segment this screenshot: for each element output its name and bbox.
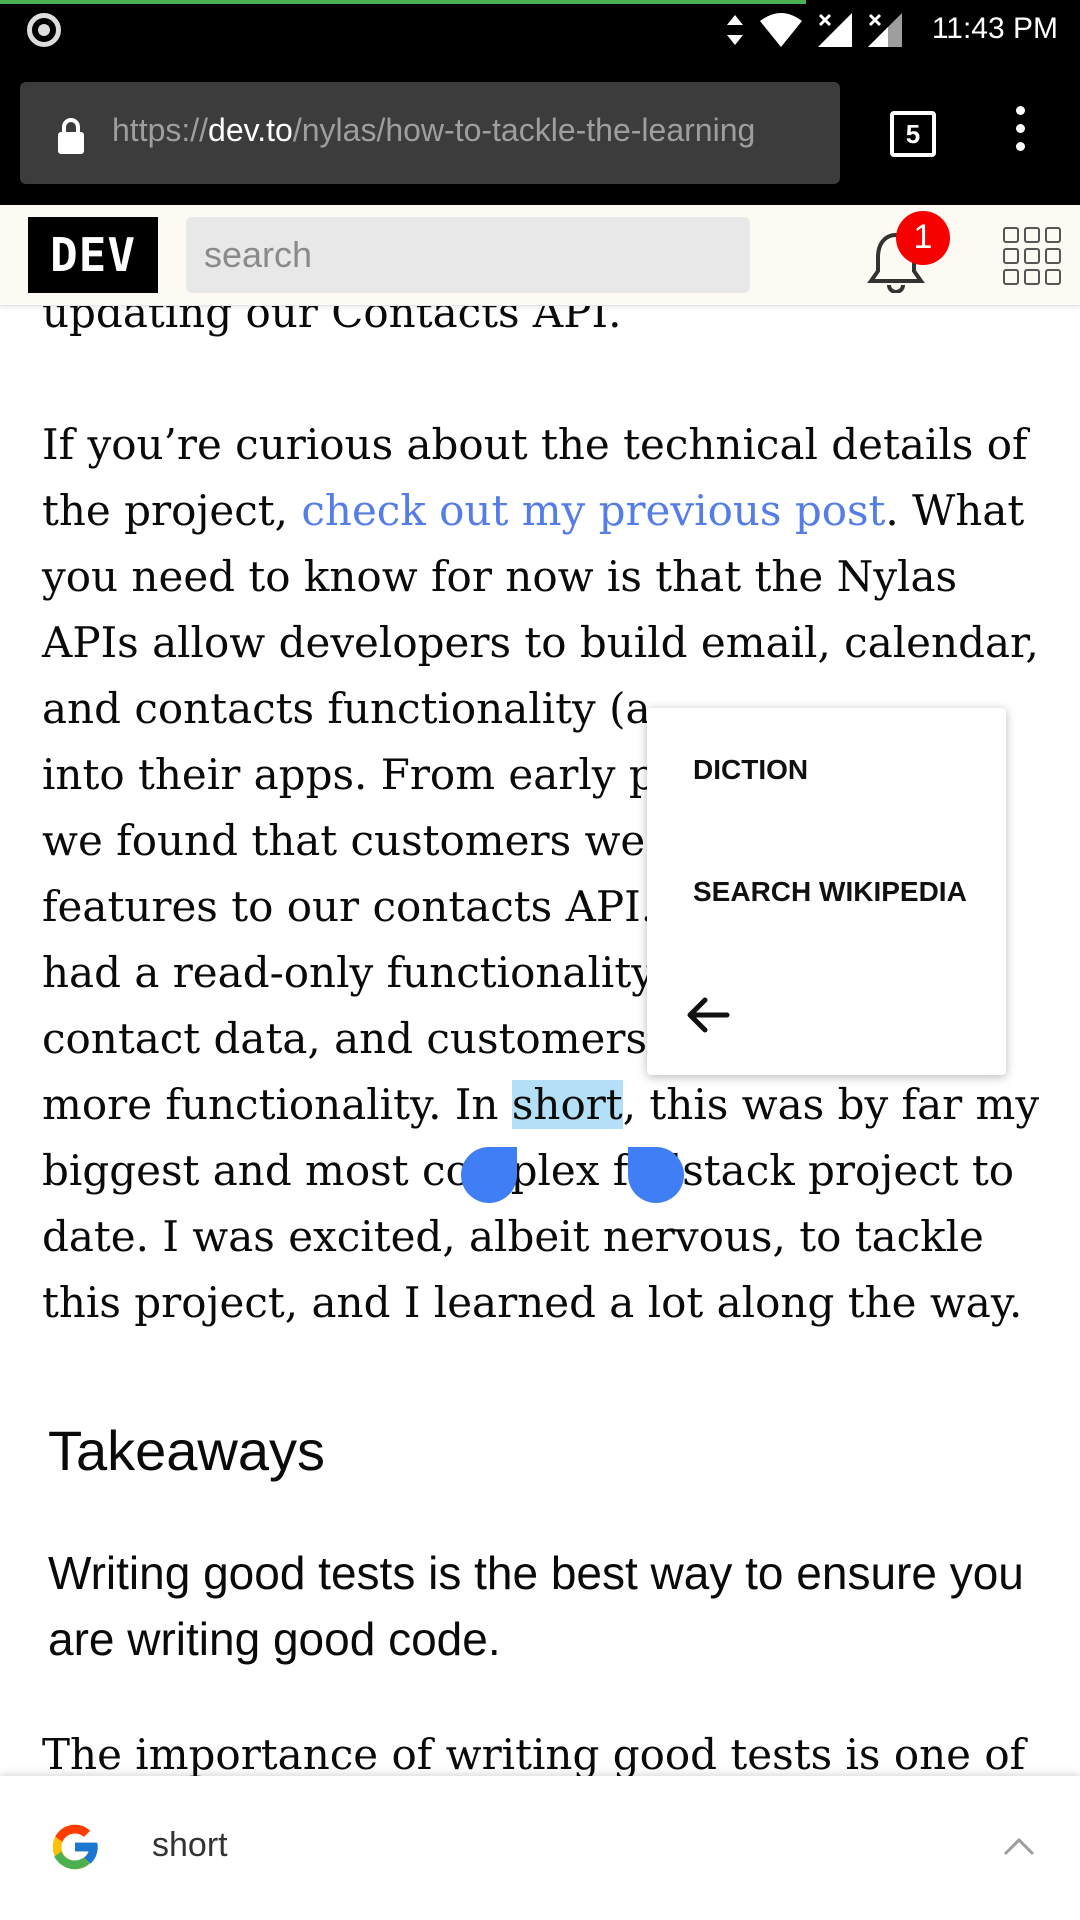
text-selection-menu: DICTION SEARCH WIKIPEDIA — [647, 708, 1006, 1075]
tab-switcher-button[interactable]: 5 — [890, 111, 936, 157]
record-icon — [27, 13, 61, 47]
selected-text[interactable]: short — [511, 1080, 623, 1129]
section-subheading: Writing good tests is the best way to en… — [48, 1547, 1024, 1665]
google-icon — [52, 1824, 99, 1870]
menu-item-diction[interactable]: DICTION — [693, 754, 808, 786]
wifi-icon — [760, 13, 802, 47]
apps-grid-icon[interactable] — [1003, 227, 1061, 285]
search-input[interactable] — [186, 217, 750, 293]
url-text[interactable]: https://dev.to/nylas/how-to-tackle-the-l… — [112, 112, 828, 149]
chevron-up-icon[interactable] — [1002, 1834, 1036, 1858]
article-line: the project, check out my previous post.… — [42, 486, 1025, 535]
status-icons — [726, 12, 902, 48]
site-header: DEV 1 — [0, 205, 1080, 306]
selection-start-handle[interactable] — [461, 1147, 517, 1203]
menu-item-search-wikipedia[interactable]: SEARCH WIKIPEDIA — [693, 876, 967, 908]
google-search-query: short — [152, 1826, 228, 1864]
article-line: date. I was excited, albeit nervous, to … — [42, 1212, 984, 1261]
article-line: this project, and I learned a lot along … — [42, 1278, 1023, 1327]
google-search-bar[interactable]: short — [0, 1776, 1080, 1920]
notification-badge: 1 — [896, 211, 950, 265]
back-arrow-icon[interactable] — [683, 990, 733, 1040]
article-line: more functionality. In short, this was b… — [42, 1080, 1040, 1129]
dev-logo[interactable]: DEV — [28, 217, 158, 293]
page-load-progress — [0, 0, 806, 4]
article-line: APIs allow developers to build email, ca… — [42, 618, 1039, 667]
status-bar: 11:43 PM — [0, 0, 1080, 60]
article-line: you need to know for now is that the Nyl… — [42, 552, 958, 601]
url-host: dev.to — [208, 112, 293, 148]
signal-icon — [868, 13, 902, 47]
article-line: biggest and most complex fullstack proje… — [42, 1146, 1015, 1195]
clock: 11:43 PM — [931, 12, 1058, 45]
lock-icon — [58, 118, 84, 154]
url-path: /nylas/how-to-tackle-the-learning — [292, 112, 756, 148]
selection-end-handle[interactable] — [628, 1147, 684, 1203]
overflow-menu-icon[interactable] — [1008, 106, 1032, 162]
browser-toolbar: https://dev.to/nylas/how-to-tackle-the-l… — [0, 60, 1080, 205]
article-line: If you’re curious about the technical de… — [42, 420, 1028, 469]
article-line: The importance of writing good tests is … — [42, 1730, 1026, 1779]
url-bar[interactable]: https://dev.to/nylas/how-to-tackle-the-l… — [20, 82, 840, 184]
url-scheme: https:// — [112, 112, 209, 148]
section-heading: Takeaways — [48, 1419, 326, 1482]
previous-post-link[interactable]: check out my previous post — [301, 486, 885, 535]
data-arrows-icon — [726, 15, 744, 45]
signal-icon — [818, 13, 852, 47]
